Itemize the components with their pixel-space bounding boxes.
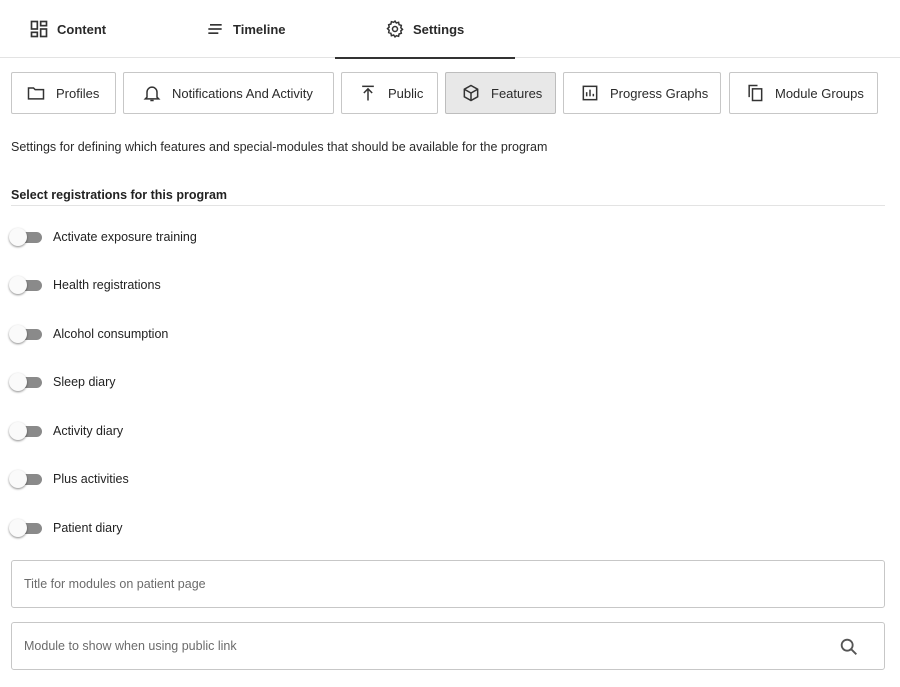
switch[interactable] bbox=[9, 421, 43, 441]
dashboard-icon bbox=[30, 20, 48, 38]
profiles-button-label: Profiles bbox=[56, 85, 100, 101]
module-groups-button-label: Module Groups bbox=[775, 85, 864, 101]
toggle-label: Patient diary bbox=[53, 521, 123, 535]
features-button-label: Features bbox=[491, 85, 543, 101]
modules-title-input[interactable] bbox=[12, 561, 884, 607]
switch[interactable] bbox=[9, 372, 43, 392]
publish-icon bbox=[362, 85, 374, 101]
toggle-exposure-training[interactable]: Activate exposure training bbox=[9, 227, 197, 247]
tab-content-label: Content bbox=[57, 21, 107, 37]
toggle-health-registrations[interactable]: Health registrations bbox=[9, 275, 161, 295]
profiles-button[interactable]: Profiles bbox=[11, 72, 116, 114]
modules-title-field bbox=[11, 560, 885, 608]
toggle-label: Activate exposure training bbox=[53, 230, 197, 244]
notifications-button[interactable]: Notifications And Activity bbox=[123, 72, 334, 114]
top-tabs: Content Timeline Settings bbox=[0, 0, 900, 59]
divider bbox=[11, 205, 885, 206]
toggle-label: Activity diary bbox=[53, 424, 124, 438]
toggle-label: Sleep diary bbox=[53, 375, 116, 389]
tab-content[interactable]: Content bbox=[0, 0, 175, 58]
toggle-activity-diary[interactable]: Activity diary bbox=[9, 421, 123, 441]
switch[interactable] bbox=[9, 227, 43, 247]
public-button[interactable]: Public bbox=[341, 72, 438, 114]
gear-icon bbox=[386, 19, 404, 39]
tab-settings[interactable]: Settings bbox=[335, 0, 515, 59]
toggle-label: Alcohol consumption bbox=[53, 327, 169, 341]
notes-icon bbox=[208, 24, 222, 34]
switch[interactable] bbox=[9, 275, 43, 295]
public-module-field bbox=[11, 622, 885, 670]
toggle-label: Plus activities bbox=[53, 472, 129, 486]
folder-icon bbox=[27, 87, 45, 100]
toggle-plus-activities[interactable]: Plus activities bbox=[9, 469, 129, 489]
copy-icon bbox=[748, 84, 763, 102]
tab-settings-label: Settings bbox=[413, 21, 465, 37]
section-title: Select registrations for this program bbox=[11, 188, 228, 202]
bell-icon bbox=[143, 86, 161, 102]
bar-chart-icon bbox=[582, 85, 598, 101]
cube-icon bbox=[463, 84, 479, 102]
toggle-sleep-diary[interactable]: Sleep diary bbox=[9, 372, 116, 392]
toggle-patient-diary[interactable]: Patient diary bbox=[9, 518, 122, 538]
page-description: Settings for defining which features and… bbox=[11, 140, 548, 154]
search-icon[interactable] bbox=[838, 636, 860, 658]
toggle-label: Health registrations bbox=[53, 278, 161, 292]
progress-graphs-button[interactable]: Progress Graphs bbox=[563, 72, 721, 114]
progress-graphs-button-label: Progress Graphs bbox=[610, 85, 709, 101]
switch[interactable] bbox=[9, 469, 43, 489]
features-button[interactable]: Features bbox=[445, 72, 556, 114]
notifications-button-label: Notifications And Activity bbox=[172, 85, 313, 101]
module-groups-button[interactable]: Module Groups bbox=[729, 72, 878, 114]
public-module-input[interactable] bbox=[12, 623, 884, 669]
switch[interactable] bbox=[9, 518, 43, 538]
public-button-label: Public bbox=[388, 85, 424, 101]
tab-timeline-label: Timeline bbox=[233, 21, 286, 37]
switch[interactable] bbox=[9, 324, 43, 344]
toggle-alcohol-consumption[interactable]: Alcohol consumption bbox=[9, 324, 168, 344]
tab-timeline[interactable]: Timeline bbox=[175, 0, 335, 58]
